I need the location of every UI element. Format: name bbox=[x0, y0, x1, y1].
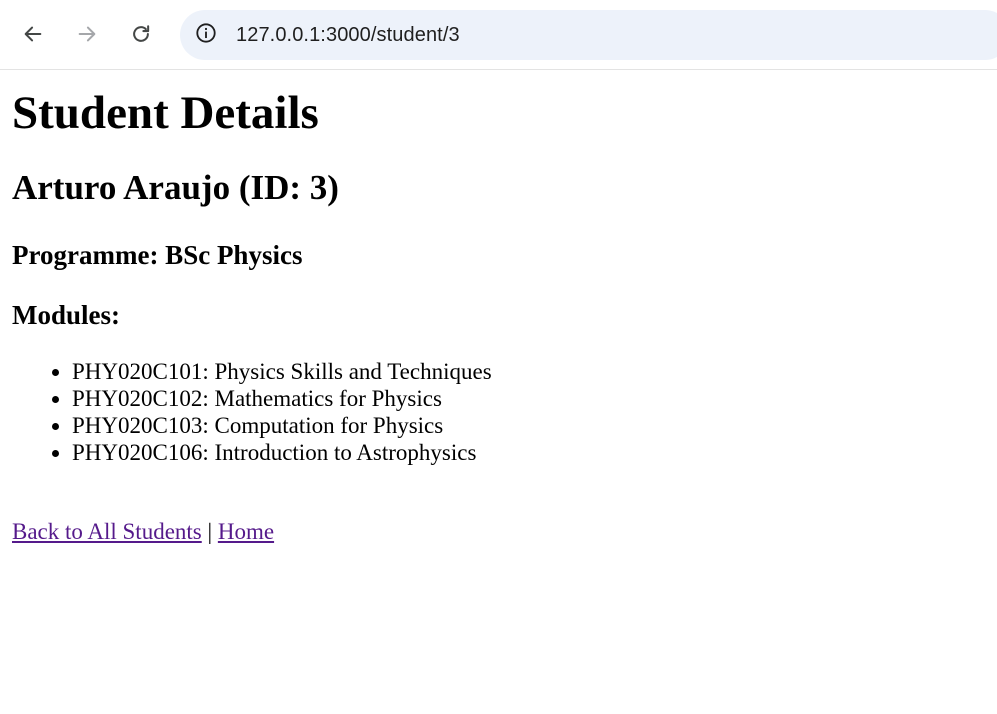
reload-button[interactable] bbox=[124, 17, 158, 51]
address-bar[interactable]: 127.0.0.1:3000/student/3 bbox=[180, 10, 997, 60]
list-item: PHY020C102: Mathematics for Physics bbox=[72, 385, 985, 412]
programme-heading: Programme: BSc Physics bbox=[12, 240, 303, 270]
back-to-all-students-link[interactable]: Back to All Students bbox=[12, 519, 202, 544]
page-title: Student Details bbox=[12, 87, 319, 139]
info-icon bbox=[195, 22, 217, 49]
modules-heading: Modules: bbox=[12, 300, 120, 330]
arrow-right-icon bbox=[76, 23, 98, 45]
page-content: Student Details Arturo Araujo (ID: 3) Pr… bbox=[0, 86, 997, 546]
browser-toolbar: 127.0.0.1:3000/student/3 bbox=[0, 0, 997, 70]
back-button[interactable] bbox=[16, 17, 50, 51]
list-item: PHY020C106: Introduction to Astrophysics bbox=[72, 439, 985, 466]
footer-links: Back to All Students | Home bbox=[12, 518, 985, 546]
reload-icon bbox=[130, 23, 152, 45]
url-text[interactable]: 127.0.0.1:3000/student/3 bbox=[236, 24, 460, 46]
forward-button[interactable] bbox=[70, 17, 104, 51]
student-heading: Arturo Araujo (ID: 3) bbox=[12, 168, 339, 207]
list-item: PHY020C103: Computation for Physics bbox=[72, 412, 985, 439]
arrow-left-icon bbox=[22, 23, 44, 45]
link-separator: | bbox=[201, 519, 218, 544]
site-info-button[interactable] bbox=[193, 22, 219, 48]
modules-list: PHY020C101: Physics Skills and Technique… bbox=[12, 358, 985, 466]
home-link[interactable]: Home bbox=[218, 519, 274, 544]
list-item: PHY020C101: Physics Skills and Technique… bbox=[72, 358, 985, 385]
